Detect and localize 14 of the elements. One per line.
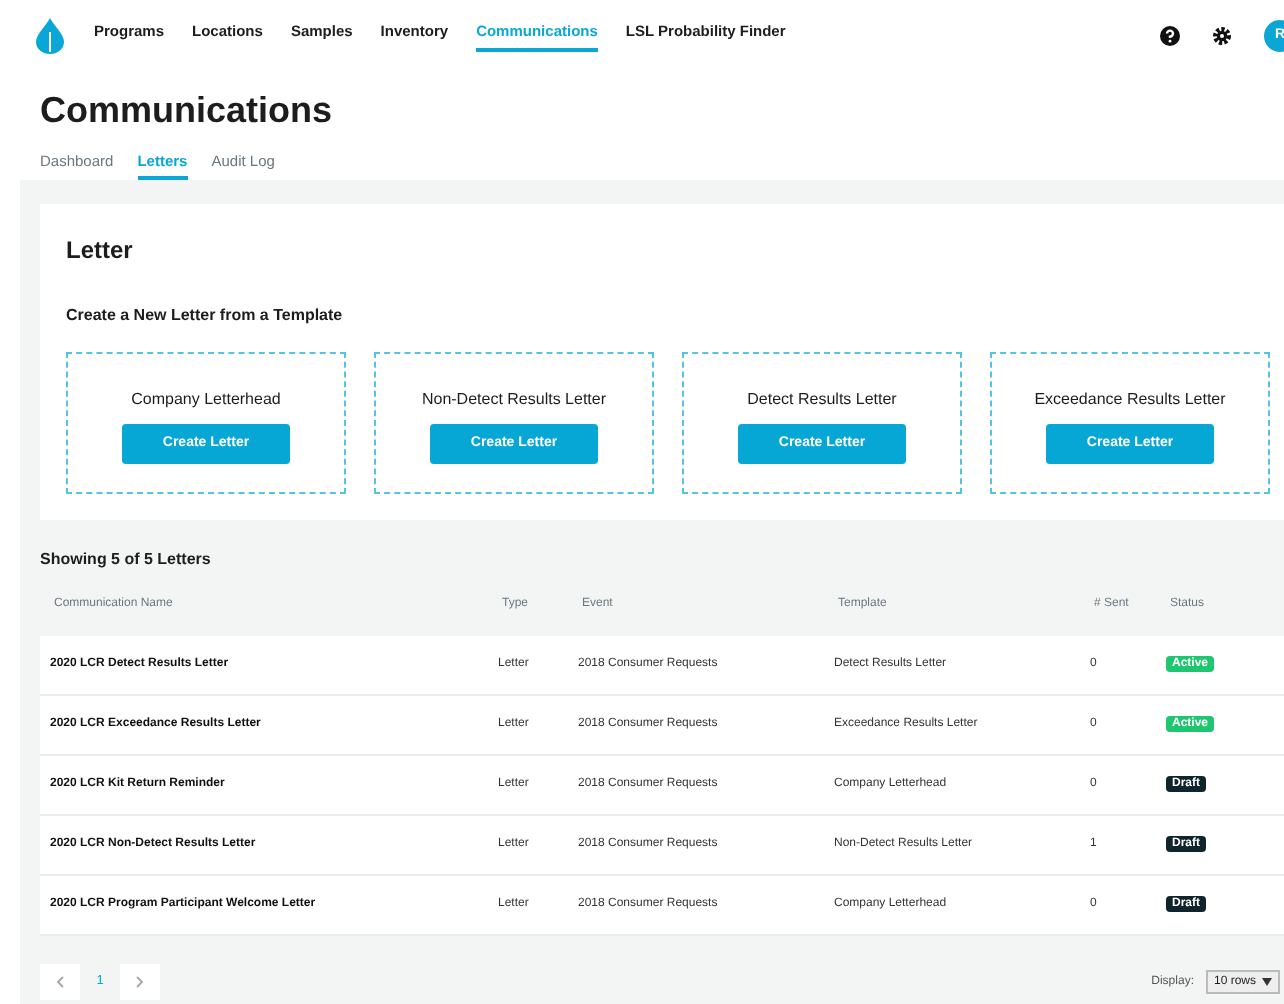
chevron-right-icon — [136, 976, 144, 989]
template-name: Company Letterhead — [131, 388, 281, 413]
template-name: Non-Detect Results Letter — [421, 388, 607, 413]
template-name: Detect Results Letter — [747, 388, 897, 413]
help-icon[interactable] — [1160, 26, 1180, 46]
droplet-logo-icon[interactable] — [36, 18, 64, 54]
page-title: Communications — [40, 88, 335, 134]
table-summary: Showing 5 of 5 Letters — [40, 548, 213, 573]
settings-icon[interactable] — [1212, 26, 1232, 46]
caret-icon — [1262, 978, 1272, 987]
chevron-left-icon — [56, 976, 64, 989]
card-subtitle: Create a New Letter from a Template — [66, 304, 345, 329]
template-name: Exceedance Results Letter — [1034, 388, 1226, 413]
card-title: Letter — [66, 234, 135, 269]
